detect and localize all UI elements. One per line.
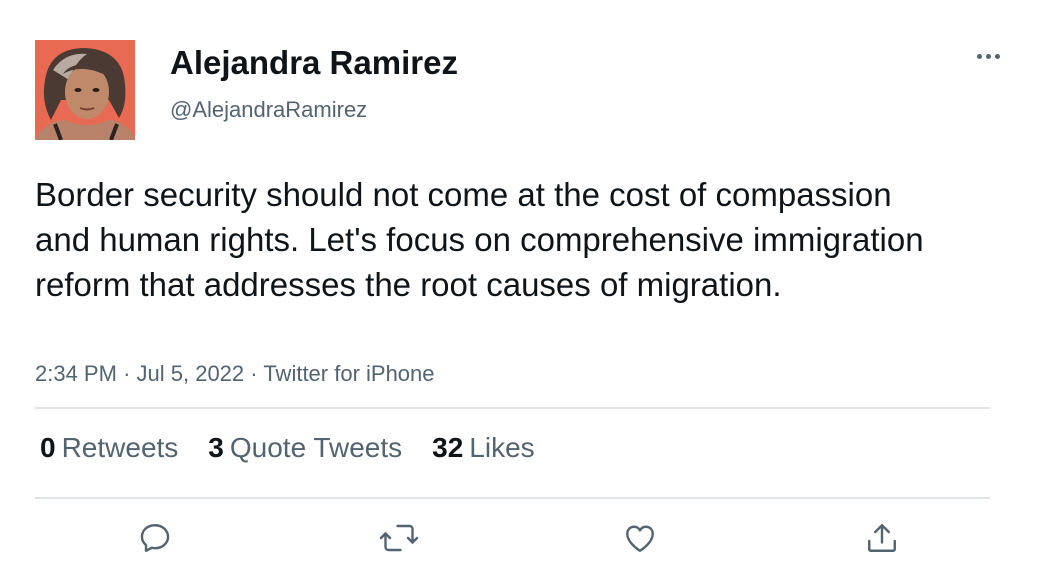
avatar[interactable] bbox=[35, 40, 135, 140]
quote-tweets-count: 3 bbox=[208, 432, 224, 463]
reply-button[interactable] bbox=[135, 518, 175, 558]
tweet-time[interactable]: 2:34 PM bbox=[35, 361, 117, 386]
share-button[interactable] bbox=[862, 518, 902, 558]
quote-tweets-stat[interactable]: 3 Quote Tweets bbox=[208, 432, 402, 464]
retweet-icon bbox=[379, 524, 419, 552]
divider bbox=[35, 497, 990, 499]
more-icon-dot bbox=[994, 53, 1000, 59]
retweet-button[interactable] bbox=[379, 518, 419, 558]
user-handle[interactable]: @AlejandraRamirez bbox=[170, 97, 367, 123]
tweet-text: Border security should not come at the c… bbox=[35, 176, 924, 303]
likes-count: 32 bbox=[432, 432, 464, 463]
quote-tweets-label: Quote Tweets bbox=[229, 432, 403, 463]
display-name[interactable]: Alejandra Ramirez bbox=[170, 44, 458, 82]
likes-stat[interactable]: 32 Likes bbox=[432, 432, 535, 464]
reply-icon bbox=[140, 524, 170, 552]
tweet-meta: 2:34 PM · Jul 5, 2022 · Twitter for iPho… bbox=[35, 361, 435, 387]
meta-separator: · bbox=[123, 361, 131, 386]
more-options-button[interactable] bbox=[968, 44, 1008, 68]
tweet-date[interactable]: Jul 5, 2022 bbox=[137, 361, 245, 386]
retweets-stat[interactable]: 0 Retweets bbox=[40, 432, 178, 464]
share-icon bbox=[868, 524, 896, 552]
heart-icon bbox=[626, 525, 654, 552]
tweet-stats: 0 Retweets 3 Quote Tweets 32 Likes bbox=[40, 432, 535, 464]
retweets-label: Retweets bbox=[61, 432, 179, 463]
retweets-count: 0 bbox=[40, 432, 56, 463]
more-icon-dot bbox=[985, 53, 991, 59]
tweet-source[interactable]: Twitter for iPhone bbox=[263, 361, 434, 386]
more-icon bbox=[976, 53, 982, 59]
divider bbox=[35, 407, 990, 409]
like-button[interactable] bbox=[620, 518, 660, 558]
meta-separator: · bbox=[250, 361, 258, 386]
avatar-image bbox=[35, 40, 135, 140]
likes-label: Likes bbox=[469, 432, 535, 463]
